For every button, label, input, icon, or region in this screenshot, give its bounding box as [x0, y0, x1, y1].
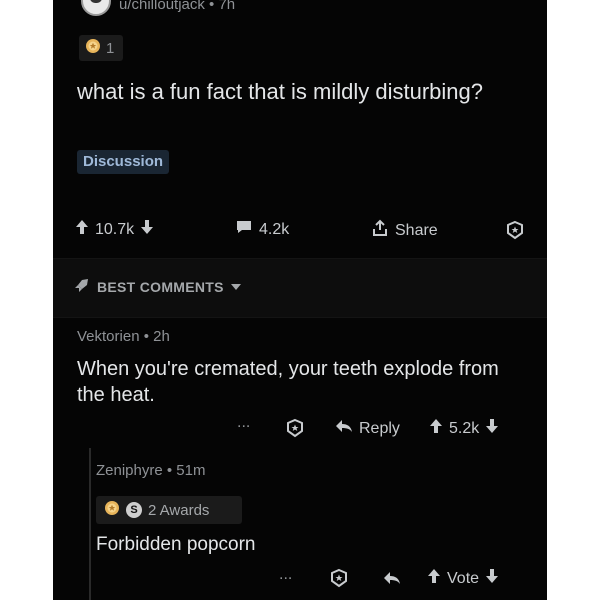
- reply-arrow-icon: [335, 418, 353, 439]
- reply-awards-label: 2 Awards: [148, 501, 210, 519]
- post-awards[interactable]: 1: [79, 35, 123, 61]
- arrow-down-icon[interactable]: [140, 219, 154, 240]
- rocket-icon: [73, 276, 91, 297]
- award-outline-icon: [505, 220, 525, 245]
- comment-vote-controls: 5.2k: [429, 418, 499, 439]
- post-author-line[interactable]: u/chilloutjack • 7h: [119, 0, 235, 13]
- comment-more-button[interactable]: ...: [237, 414, 250, 432]
- post-comment-count: 4.2k: [259, 220, 290, 238]
- arrow-down-icon[interactable]: [485, 418, 499, 439]
- reply-vote-controls: Vote: [427, 568, 499, 589]
- reddit-post-view: u/chilloutjack • 7h 1 what is a fun fact…: [53, 0, 547, 600]
- arrow-up-icon[interactable]: [427, 568, 441, 589]
- reply-button[interactable]: Reply: [335, 418, 400, 439]
- arrow-up-icon[interactable]: [429, 418, 443, 439]
- arrow-down-icon[interactable]: [485, 568, 499, 589]
- reply-arrow-icon[interactable]: [383, 570, 401, 591]
- reply-awards[interactable]: S 2 Awards: [96, 496, 242, 524]
- arrow-up-icon[interactable]: [75, 219, 89, 240]
- post-flair[interactable]: Discussion: [77, 150, 170, 174]
- reply-actions: ... Vote: [53, 566, 547, 593]
- comment-body: When you're cremated, your teeth explode…: [77, 358, 499, 406]
- post-upvote-count: 10.7k: [95, 220, 135, 238]
- post-award-count: 1: [106, 39, 115, 57]
- sort-dropdown[interactable]: BEST COMMENTS: [73, 276, 242, 297]
- comment-score: 5.2k: [449, 419, 480, 437]
- sort-label: BEST COMMENTS: [97, 278, 224, 295]
- award-button[interactable]: [505, 220, 525, 245]
- award-outline-icon[interactable]: [329, 568, 349, 593]
- reply-label: Reply: [359, 419, 400, 437]
- share-icon: [371, 219, 389, 242]
- silver-award-icon: S: [126, 502, 142, 518]
- comments-button[interactable]: 4.2k: [235, 219, 289, 240]
- reply-author-line[interactable]: Zeniphyre • 51m: [96, 462, 205, 479]
- vote-controls: 10.7k: [75, 219, 154, 240]
- post-actions: 10.7k 4.2k Share: [53, 215, 547, 245]
- share-label: Share: [395, 221, 438, 239]
- avatar[interactable]: [81, 0, 111, 16]
- reply-body: Forbidden popcorn: [96, 534, 256, 555]
- award-icon: [85, 38, 101, 59]
- reply-more-button[interactable]: ...: [279, 566, 292, 584]
- award-icon: [104, 500, 120, 520]
- post-title[interactable]: what is a fun fact that is mildly distur…: [77, 78, 507, 106]
- chevron-down-icon: [230, 279, 242, 295]
- vote-label: Vote: [447, 569, 480, 587]
- share-button[interactable]: Share: [371, 219, 438, 242]
- comment-bubble-icon: [235, 219, 253, 240]
- award-outline-icon[interactable]: [285, 418, 305, 443]
- comment-actions: ... Reply 5.2k: [53, 414, 547, 443]
- comment-author-line[interactable]: Vektorien • 2h: [77, 328, 170, 345]
